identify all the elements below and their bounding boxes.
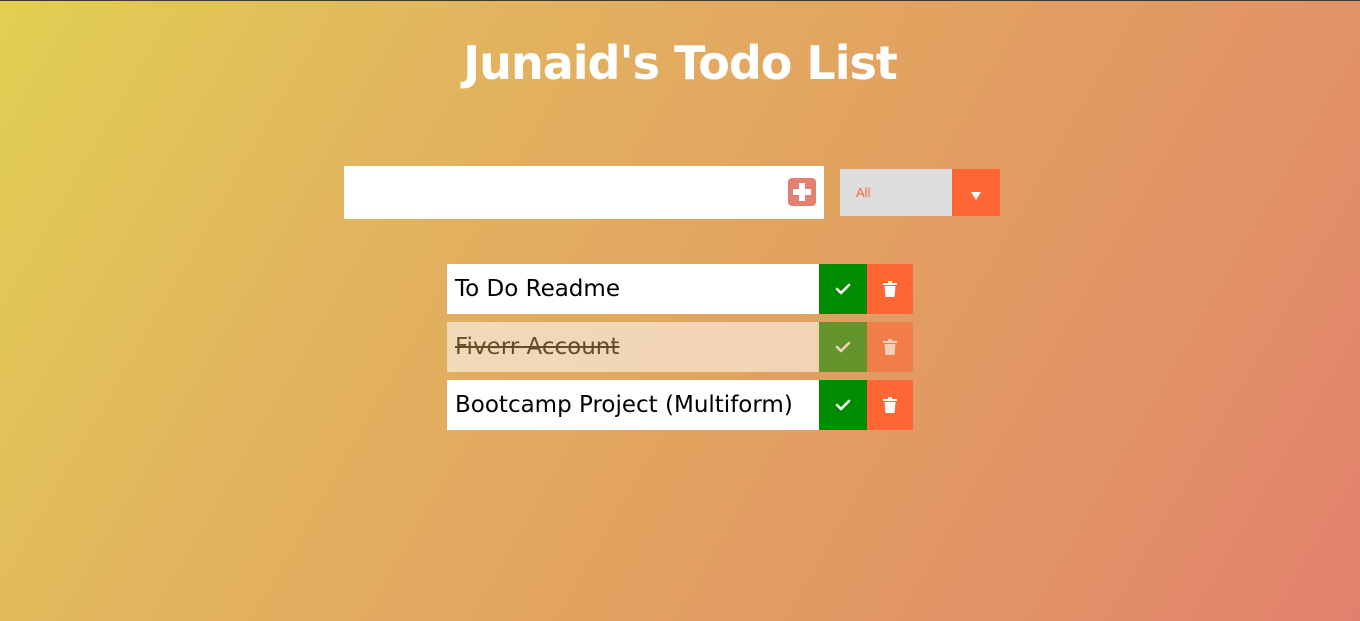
todo-item: Bootcamp Project (Multiform) [447, 380, 913, 430]
page-title: Junaid's Todo List [463, 36, 898, 90]
window-top-border [0, 0, 1360, 1]
todo-item: Fiverr Account [447, 322, 913, 372]
complete-button[interactable] [819, 380, 867, 430]
trash-icon [883, 339, 897, 355]
triangle-down-icon [971, 192, 981, 200]
todo-text: To Do Readme [447, 264, 819, 314]
delete-button[interactable] [867, 322, 913, 372]
complete-button[interactable] [819, 322, 867, 372]
check-icon [835, 399, 851, 411]
filter-selected-value: All [856, 185, 871, 200]
check-icon [835, 341, 851, 353]
todo-input-container [344, 166, 824, 219]
plus-square-icon [793, 183, 811, 201]
trash-icon [883, 397, 897, 413]
check-icon [835, 283, 851, 295]
todo-text: Fiverr Account [447, 322, 819, 372]
filter-dropdown-button[interactable] [952, 169, 1000, 216]
trash-icon [883, 281, 897, 297]
complete-button[interactable] [819, 264, 867, 314]
todo-item: To Do Readme [447, 264, 913, 314]
delete-button[interactable] [867, 380, 913, 430]
delete-button[interactable] [867, 264, 913, 314]
todo-list: To Do Readme Fiverr Account Bootcamp Pro… [447, 264, 913, 438]
todo-input[interactable] [344, 166, 774, 219]
add-todo-button[interactable] [788, 178, 816, 206]
todo-text: Bootcamp Project (Multiform) [447, 380, 819, 430]
filter-select[interactable]: All [840, 169, 1000, 216]
